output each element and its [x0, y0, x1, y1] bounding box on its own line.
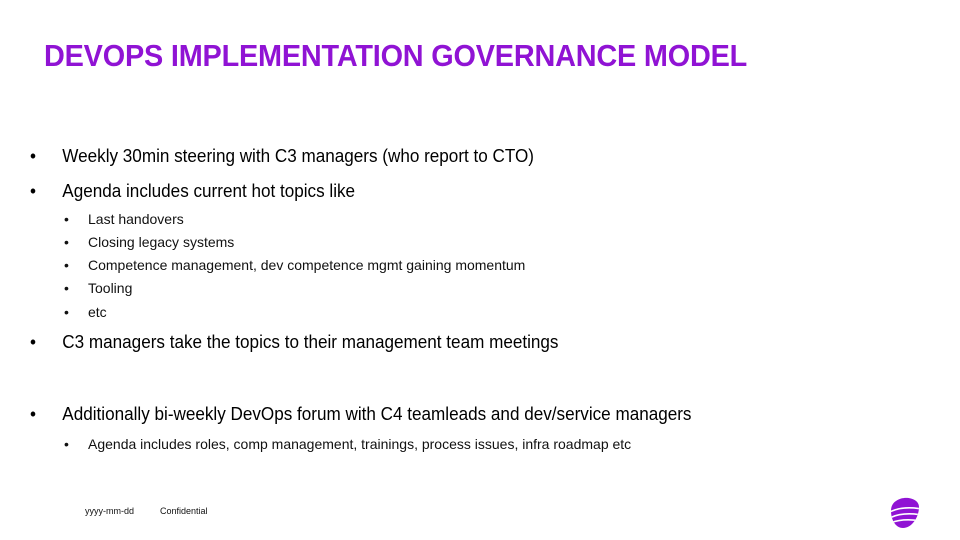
logo-body [891, 497, 919, 529]
bullet-dot-icon: • [64, 436, 69, 452]
bullet-dot-icon: • [64, 304, 69, 320]
slide-title: DEVOPS IMPLEMENTATION GOVERNANCE MODEL [44, 38, 748, 73]
bullet-item: • Weekly 30min steering with C3 managers … [30, 146, 534, 167]
sub-bullet-item: • Closing legacy systems [64, 234, 234, 250]
bullet-text: Agenda includes current hot topics like [62, 181, 356, 201]
footer-confidential: Confidential [160, 506, 208, 516]
sub-bullet-item: • Last handovers [64, 211, 184, 227]
bullet-text: Weekly 30min steering with C3 managers (… [62, 146, 535, 166]
bullet-dot-icon: • [64, 280, 69, 296]
bullet-dot-icon: • [64, 234, 69, 250]
bullet-item: • C3 managers take the topics to their ma… [30, 332, 558, 353]
sub-bullet-text: Competence management, dev competence mg… [88, 257, 526, 273]
sub-bullet-text: Tooling [88, 280, 133, 296]
sub-bullet-text: etc [88, 304, 107, 320]
bullet-dot-icon: • [30, 146, 36, 166]
sub-bullet-item: • Tooling [64, 280, 132, 296]
telia-logo-icon [891, 497, 919, 529]
sub-bullet-item: • Competence management, dev competence m… [64, 257, 525, 273]
bullet-dot-icon: • [64, 257, 69, 273]
bullet-dot-icon: • [30, 181, 36, 201]
footer-date: yyyy-mm-dd [85, 506, 134, 516]
bullet-item: • Agenda includes current hot topics like [30, 181, 355, 202]
sub-bullet-text: Closing legacy systems [88, 234, 235, 250]
bullet-text: Additionally bi-weekly DevOps forum with… [62, 404, 692, 424]
bullet-dot-icon: • [64, 211, 69, 227]
sub-bullet-item: • etc [64, 304, 107, 320]
bullet-item: • Additionally bi-weekly DevOps forum wit… [30, 404, 691, 425]
bullet-dot-icon: • [30, 404, 36, 424]
sub-bullet-text: Agenda includes roles, comp management, … [88, 436, 632, 452]
sub-bullet-text: Last handovers [88, 211, 184, 227]
bullet-dot-icon: • [30, 332, 36, 352]
sub-bullet-item: • Agenda includes roles, comp management,… [64, 436, 631, 452]
bullet-text: C3 managers take the topics to their man… [62, 332, 559, 352]
